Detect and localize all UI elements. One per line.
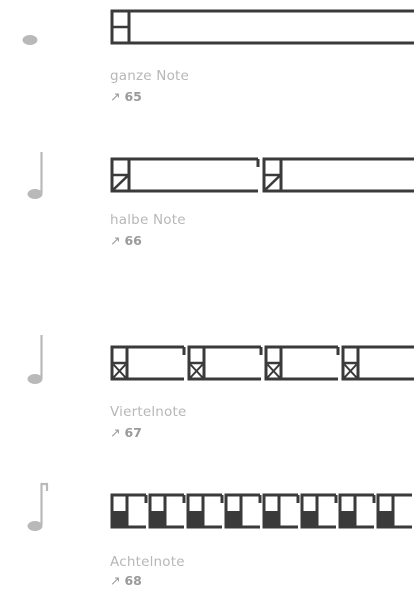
reference-arrow-icon: ↗: [110, 425, 121, 440]
note-row-whole: ganze Note ↗ 65: [0, 0, 414, 120]
eighth-note-icon: [27, 482, 49, 531]
page-reference[interactable]: ↗ 68: [110, 573, 142, 588]
note-name: Achtelnote: [110, 554, 185, 570]
reference-number: 66: [124, 233, 142, 248]
reference-arrow-icon: ↗: [110, 573, 121, 588]
whole-note-icon: [22, 35, 38, 45]
reference-arrow-icon: ↗: [110, 233, 121, 248]
rhythm-pattern-whole: [110, 9, 414, 45]
page-reference[interactable]: ↗ 65: [110, 89, 142, 104]
reference-arrow-icon: ↗: [110, 89, 121, 104]
rhythm-pattern-eighth: [110, 493, 412, 529]
page-reference[interactable]: ↗ 67: [110, 425, 142, 440]
note-row-half: halbe Note ↗ 66: [0, 140, 414, 260]
note-name: ganze Note: [110, 68, 190, 84]
rhythm-pattern-half: [110, 157, 414, 193]
reference-number: 68: [124, 573, 142, 588]
note-name: halbe Note: [110, 212, 186, 228]
reference-number: 65: [124, 89, 142, 104]
quarter-note-icon: [27, 335, 43, 384]
half-note-icon: [27, 152, 43, 199]
note-name: Viertelnote: [110, 404, 187, 420]
note-row-quarter: Viertelnote ↗ 67: [0, 325, 414, 450]
note-row-eighth: Achtelnote ↗ 68: [0, 470, 414, 595]
reference-number: 67: [124, 425, 142, 440]
rhythm-pattern-quarter: [110, 345, 414, 381]
page-reference[interactable]: ↗ 66: [110, 233, 142, 248]
